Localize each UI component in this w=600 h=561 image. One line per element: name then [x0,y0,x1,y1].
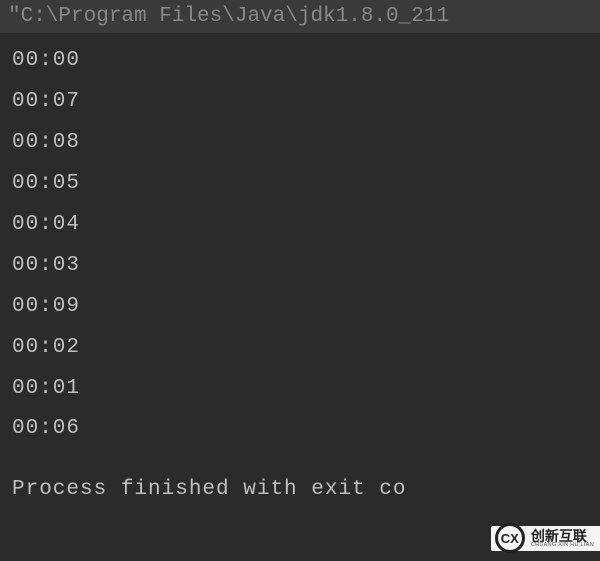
watermark-sub: CHUANG XIN HU LIAN [531,543,594,549]
output-line: 00:07 [12,82,588,123]
watermark-badge: CX 创新互联 CHUANG XIN HU LIAN [491,526,600,552]
process-status: Process finished with exit co [0,478,600,501]
output-line: 00:05 [12,164,588,205]
watermark-icon: CX [495,523,525,553]
output-line: 00:08 [12,123,588,164]
output-line: 00:03 [12,246,588,287]
command-line: "C:\Program Files\Java\jdk1.8.0_211 [0,0,600,33]
watermark-text: 创新互联 CHUANG XIN HU LIAN [531,529,594,549]
command-text: "C:\Program Files\Java\jdk1.8.0_211 [8,5,449,28]
blank-line [12,450,588,470]
output-line: 00:00 [12,41,588,82]
output-line: 00:01 [12,369,588,410]
output-line: 00:09 [12,287,588,328]
output-line: 00:04 [12,205,588,246]
console-output: 00:00 00:07 00:08 00:05 00:04 00:03 00:0… [0,33,600,478]
status-text: Process finished with exit co [12,478,406,501]
output-line: 00:06 [12,409,588,450]
output-line: 00:02 [12,328,588,369]
watermark-main: 创新互联 [531,529,594,543]
watermark-logo-circle: CX [495,523,525,553]
